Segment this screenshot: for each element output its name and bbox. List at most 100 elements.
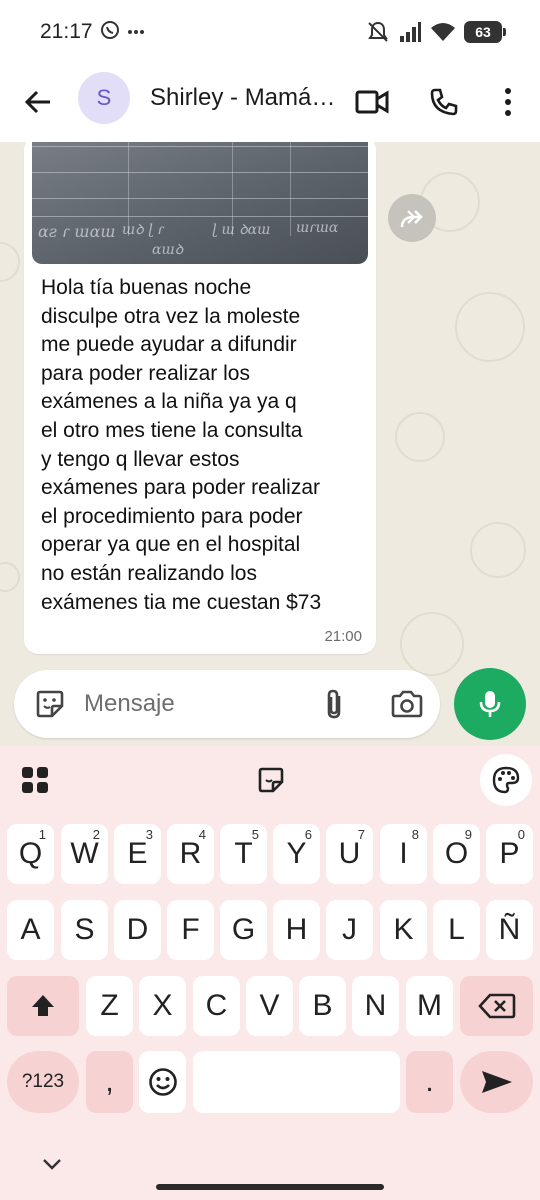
photo-detail bbox=[32, 172, 368, 173]
key-p[interactable]: P0 bbox=[486, 824, 533, 884]
key-d[interactable]: D bbox=[114, 900, 161, 960]
message-line: y tengo q llevar estos bbox=[41, 447, 240, 471]
key-n[interactable]: N bbox=[352, 976, 399, 1036]
key-q[interactable]: Q1 bbox=[7, 824, 54, 884]
photo-detail bbox=[32, 146, 368, 147]
keyboard-sticker-button[interactable] bbox=[254, 758, 288, 802]
message-line: el otro mes tiene la consulta bbox=[41, 418, 303, 442]
chevron-down-icon bbox=[43, 1159, 61, 1170]
message-line: Hola tía buenas noche bbox=[41, 276, 252, 299]
message-photo[interactable]: ɑƨ ɾ ɯɑɯ ɯꝺ ɭ ɾ ɭ ɯ ꝺɑɯ ɯɾɯɑ ɑɯꝺ bbox=[32, 142, 368, 264]
key-t[interactable]: T5 bbox=[220, 824, 267, 884]
send-key[interactable] bbox=[460, 1051, 533, 1113]
apps-grid-icon bbox=[22, 767, 48, 793]
message-line: no están realizando los bbox=[41, 561, 257, 585]
key-enye[interactable]: Ñ bbox=[486, 900, 533, 960]
phone-icon bbox=[430, 88, 458, 116]
key-hint: 2 bbox=[92, 827, 100, 842]
send-icon bbox=[481, 1071, 512, 1093]
key-x[interactable]: X bbox=[139, 976, 186, 1036]
key-hint: 6 bbox=[304, 827, 312, 842]
attach-button[interactable] bbox=[314, 684, 354, 724]
message-line: para poder realizar los bbox=[41, 361, 250, 385]
wallpaper-doodle bbox=[400, 612, 464, 676]
backspace-key[interactable] bbox=[460, 976, 533, 1036]
back-button[interactable] bbox=[18, 82, 58, 122]
photo-handwriting: ɭ ɯ ꝺɑɯ bbox=[212, 222, 271, 238]
wallpaper-doodle bbox=[455, 292, 525, 362]
space-key[interactable] bbox=[193, 1051, 400, 1113]
forward-button[interactable] bbox=[388, 194, 436, 242]
wallpaper-doodle bbox=[470, 522, 526, 578]
sticker-icon bbox=[258, 767, 284, 793]
key-hint: 5 bbox=[251, 827, 259, 842]
shift-icon bbox=[32, 995, 54, 1016]
theme-button[interactable] bbox=[480, 754, 532, 806]
key-j[interactable]: J bbox=[326, 900, 373, 960]
voice-message-button[interactable] bbox=[454, 668, 526, 740]
message-composer bbox=[14, 670, 440, 738]
message-time: 21:00 bbox=[324, 628, 362, 645]
avatar[interactable]: S bbox=[78, 72, 130, 124]
key-c[interactable]: C bbox=[193, 976, 240, 1036]
backspace-icon bbox=[477, 993, 515, 1019]
message-bubble[interactable]: ɑƨ ɾ ɯɑɯ ɯꝺ ɭ ɾ ɭ ɯ ꝺɑɯ ɯɾɯɑ ɑɯꝺ Hola tí… bbox=[24, 142, 376, 654]
sticker-button[interactable] bbox=[30, 684, 70, 724]
contact-name[interactable]: Shirley - Mamá… bbox=[150, 84, 340, 112]
key-e[interactable]: E3 bbox=[114, 824, 161, 884]
more-horiz-icon bbox=[128, 30, 144, 34]
key-r[interactable]: R4 bbox=[167, 824, 214, 884]
key-w[interactable]: W2 bbox=[61, 824, 108, 884]
wifi-icon bbox=[431, 23, 455, 41]
photo-handwriting: ɯꝺ ɭ ɾ bbox=[122, 222, 164, 238]
key-s[interactable]: S bbox=[61, 900, 108, 960]
key-u[interactable]: U7 bbox=[326, 824, 373, 884]
camera-icon bbox=[391, 690, 423, 718]
key-a[interactable]: A bbox=[7, 900, 54, 960]
video-call-icon bbox=[355, 90, 389, 114]
key-b[interactable]: B bbox=[299, 976, 346, 1036]
key-y[interactable]: Y6 bbox=[273, 824, 320, 884]
key-o[interactable]: O9 bbox=[433, 824, 480, 884]
key-g[interactable]: G bbox=[220, 900, 267, 960]
emoji-icon bbox=[148, 1068, 177, 1096]
status-right: 63 bbox=[366, 20, 506, 44]
message-line: el procedimiento para poder bbox=[41, 504, 303, 528]
key-hint: 7 bbox=[357, 827, 365, 842]
key-z[interactable]: Z bbox=[86, 976, 133, 1036]
video-call-button[interactable] bbox=[350, 80, 394, 124]
key-label: U bbox=[338, 837, 361, 870]
whatsapp-icon bbox=[101, 21, 119, 39]
message-line: operar ya que en el hospital bbox=[41, 533, 301, 557]
chat-area[interactable]: ɑƨ ɾ ɯɑɯ ɯꝺ ɭ ɾ ɭ ɯ ꝺɑɯ ɯɾɯɑ ɑɯꝺ Hola tí… bbox=[0, 142, 540, 746]
voice-call-button[interactable] bbox=[422, 80, 466, 124]
keyboard-hide-button[interactable] bbox=[40, 1152, 64, 1176]
comma-key[interactable]: , bbox=[86, 1051, 133, 1113]
message-line: exámenes tia me cuestan $73 bbox=[41, 590, 322, 614]
key-h[interactable]: H bbox=[273, 900, 320, 960]
more-options-button[interactable] bbox=[486, 80, 530, 124]
key-f[interactable]: F bbox=[167, 900, 214, 960]
shift-key[interactable] bbox=[7, 976, 79, 1036]
key-k[interactable]: K bbox=[380, 900, 427, 960]
symbols-key[interactable]: ?123 bbox=[7, 1051, 79, 1113]
key-l[interactable]: L bbox=[433, 900, 480, 960]
message-text: Hola tía buenas noche disculpe otra vez … bbox=[41, 274, 371, 617]
emoji-key[interactable] bbox=[139, 1051, 186, 1113]
status-bar: 21:17 63 bbox=[0, 0, 540, 66]
key-label: Q bbox=[18, 837, 43, 870]
home-indicator[interactable] bbox=[156, 1184, 384, 1190]
period-key[interactable]: . bbox=[406, 1051, 453, 1113]
key-hint: 9 bbox=[464, 827, 472, 842]
status-left-icons bbox=[100, 20, 146, 40]
message-input[interactable] bbox=[84, 688, 304, 720]
key-label: W bbox=[70, 837, 99, 870]
photo-handwriting: ɯɾɯɑ bbox=[296, 220, 339, 236]
key-m[interactable]: M bbox=[406, 976, 453, 1036]
photo-handwriting: ɑɯꝺ bbox=[152, 242, 184, 258]
apps-grid-button[interactable] bbox=[18, 758, 52, 802]
key-i[interactable]: I8 bbox=[380, 824, 427, 884]
key-hint: 4 bbox=[198, 827, 206, 842]
camera-button[interactable] bbox=[386, 684, 428, 724]
key-v[interactable]: V bbox=[246, 976, 293, 1036]
